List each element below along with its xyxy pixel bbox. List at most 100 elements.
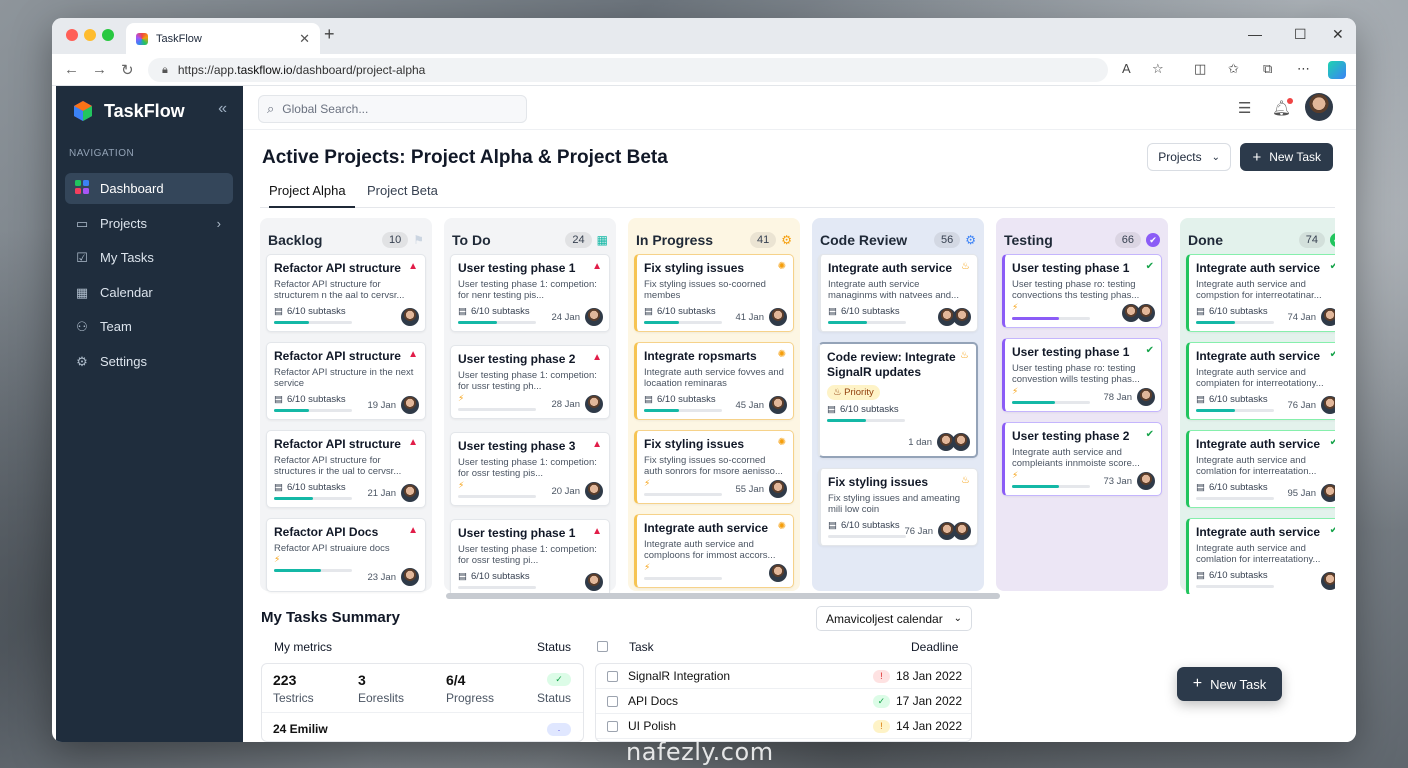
new-tab-icon[interactable]: + xyxy=(324,24,335,45)
task-card[interactable]: Fix styling issues ✺ Fix styling issues so… xyxy=(634,430,794,504)
task-card[interactable]: Code review: Integrate SignalR updates ♨ ♨… xyxy=(818,342,978,458)
gear-icon[interactable]: ⚙ xyxy=(781,233,792,247)
assignee-avatar[interactable] xyxy=(1321,484,1335,502)
progress-fill xyxy=(1196,320,1235,324)
favorite-icon[interactable]: ☆ xyxy=(1152,61,1164,77)
notes-icon[interactable]: ☰ xyxy=(1238,99,1251,117)
sidebar-item-projects[interactable]: ▭ Projects › xyxy=(65,208,233,239)
task-checkbox[interactable] xyxy=(607,720,618,732)
task-card[interactable]: Integrate auth service ✔ Integrate auth se… xyxy=(1186,430,1335,508)
reload-icon[interactable]: ↻ xyxy=(121,61,134,79)
read-aloud-icon[interactable]: A xyxy=(1122,61,1131,76)
task-row[interactable]: SignalR Integration! 18 Jan 2022 xyxy=(596,664,971,689)
assignee-avatar[interactable] xyxy=(1321,308,1335,326)
task-card[interactable]: Refactor API Docs ▲ Refactor API struaiure… xyxy=(266,518,426,592)
task-card[interactable]: Integrate ropsmarts ✺ Integrate auth servi… xyxy=(634,342,794,420)
assignee-avatar[interactable] xyxy=(1137,388,1155,406)
task-checkbox[interactable] xyxy=(607,670,618,682)
assignee-avatar[interactable] xyxy=(585,395,603,413)
sidebar-item-calendar[interactable]: ▦ Calendar xyxy=(65,277,233,308)
assignee-avatar[interactable] xyxy=(769,396,787,414)
assignee-avatar[interactable] xyxy=(585,573,603,591)
gear-icon[interactable]: ⚙ xyxy=(965,233,976,247)
task-card[interactable]: Fix styling issues ✺ Fix styling issues so… xyxy=(634,254,794,332)
task-card[interactable]: Integrate auth service ✔ Integrate auth se… xyxy=(1186,254,1335,332)
more-icon[interactable]: ⋯ xyxy=(1297,61,1310,77)
new-task-button[interactable]: + New Task xyxy=(1240,143,1333,171)
assignee-avatar[interactable] xyxy=(1321,396,1335,414)
column-count: 10 xyxy=(381,232,409,248)
sidebar-item-team[interactable]: ⚇ Team xyxy=(65,311,233,342)
sidebar-item-my-tasks[interactable]: ☑ My Tasks xyxy=(65,242,233,273)
collections-icon[interactable]: ⧉ xyxy=(1263,61,1272,77)
task-card[interactable]: User testing phase 2 ✔ Integrate auth serv… xyxy=(1002,422,1162,496)
projects-dropdown[interactable]: Projects ⌄ xyxy=(1147,143,1231,171)
assignee-avatar[interactable] xyxy=(952,433,970,451)
task-card[interactable]: Integrate auth service ✺ Integrate auth se… xyxy=(634,514,794,588)
minimize-icon[interactable]: — xyxy=(1248,26,1262,42)
select-all-checkbox[interactable] xyxy=(597,641,608,652)
task-card[interactable]: Integrate auth service ✔ Integrate auth se… xyxy=(1186,518,1335,594)
assignee-avatar[interactable] xyxy=(1137,472,1155,490)
copilot-icon[interactable] xyxy=(1328,61,1346,79)
task-card[interactable]: Refactor API structure ▲ Refactor API stru… xyxy=(266,254,426,332)
favorites-list-icon[interactable]: ✩ xyxy=(1228,61,1239,77)
alert-icon: ! xyxy=(872,669,890,683)
check-circle-icon[interactable]: ✔ xyxy=(1146,233,1160,247)
task-card[interactable]: User testing phase 2 ▲ User testing phase … xyxy=(450,345,610,419)
column-header: Testing 66 ✔ xyxy=(1004,230,1160,250)
task-row[interactable]: UI Polish! 14 Jan 2022 xyxy=(596,714,971,739)
assignee-avatar[interactable] xyxy=(769,480,787,498)
zoom-window-icon[interactable] xyxy=(102,29,114,41)
browser-tab[interactable]: TaskFlow ✕ xyxy=(126,23,320,54)
task-checkbox[interactable] xyxy=(607,695,618,707)
assignee-avatar[interactable] xyxy=(769,564,787,582)
tab-project-alpha[interactable]: Project Alpha xyxy=(269,183,355,208)
close-window-icon[interactable] xyxy=(66,29,78,41)
task-card[interactable]: Integrate auth service ✔ Integrate auth se… xyxy=(1186,342,1335,420)
tab-project-beta[interactable]: Project Beta xyxy=(367,183,438,208)
task-card[interactable]: User testing phase 1 ✔ User testing phase … xyxy=(1002,254,1162,328)
task-card[interactable]: Integrate auth service ♨ Integrate auth se… xyxy=(818,254,978,332)
assignee-avatar[interactable] xyxy=(1321,572,1335,590)
assignee-avatar[interactable] xyxy=(401,308,419,326)
user-avatar[interactable] xyxy=(1305,93,1333,121)
assignee-avatar[interactable] xyxy=(769,308,787,326)
assignee-avatar[interactable] xyxy=(1137,304,1155,322)
minimize-window-icon[interactable] xyxy=(84,29,96,41)
check-circle-icon[interactable]: ✔ xyxy=(1330,233,1335,247)
brand[interactable]: TaskFlow xyxy=(72,100,185,122)
task-card[interactable]: User testing phase 1 ▲ User testing phase … xyxy=(450,519,610,594)
task-card[interactable]: User testing phase 1 ✔ User testing phase … xyxy=(1002,338,1162,412)
sidebar-item-dashboard[interactable]: Dashboard xyxy=(65,173,233,204)
maximize-icon[interactable]: ☐ xyxy=(1294,26,1307,43)
task-card[interactable]: User testing phase 1 ▲ User testing phase … xyxy=(450,254,610,332)
sidebar-item-settings[interactable]: ⚙ Settings xyxy=(65,346,233,377)
assignee-avatar[interactable] xyxy=(401,396,419,414)
assignee-avatar[interactable] xyxy=(585,482,603,500)
close-icon[interactable]: ✕ xyxy=(1332,26,1344,43)
assignee-avatar[interactable] xyxy=(401,568,419,586)
task-card[interactable]: Refactor API structure ▲ Refactor API stru… xyxy=(266,342,426,420)
task-card[interactable]: Refactor API structure ▲ Refactor API stru… xyxy=(266,430,426,508)
back-icon[interactable]: ← xyxy=(64,61,79,78)
task-card[interactable]: User testing phase 3 ▲ User testing phase … xyxy=(450,432,610,506)
assignee-avatar[interactable] xyxy=(401,484,419,502)
task-row[interactable]: API Docs ✓ 17 Jan 2022 xyxy=(596,689,971,714)
assignee-avatar[interactable] xyxy=(953,522,971,540)
collapse-sidebar-icon[interactable]: « xyxy=(218,100,227,118)
new-task-fab[interactable]: + New Task xyxy=(1177,667,1282,701)
assignee-avatar[interactable] xyxy=(585,308,603,326)
calendar-icon[interactable]: ▦ xyxy=(597,233,608,247)
flag-icon[interactable]: ⚑ xyxy=(413,233,424,247)
board-scrollbar[interactable] xyxy=(446,593,1000,599)
bell-icon[interactable]: 🔔︎ xyxy=(1272,98,1294,117)
global-search-input[interactable]: ⌕ Global Search... xyxy=(258,95,527,123)
assignee-avatar[interactable] xyxy=(953,308,971,326)
task-card[interactable]: Fix styling issues ♨ Fix styling issues an… xyxy=(818,468,978,546)
forward-icon[interactable]: → xyxy=(92,61,107,78)
calendar-dropdown[interactable]: Amavicoljest calendar ⌄ xyxy=(816,606,972,631)
url-field[interactable]: 🔒︎ https://app.taskflow.io/dashboard/pro… xyxy=(148,58,1108,82)
close-tab-icon[interactable]: ✕ xyxy=(299,31,310,47)
split-screen-icon[interactable]: ◫ xyxy=(1194,61,1206,77)
